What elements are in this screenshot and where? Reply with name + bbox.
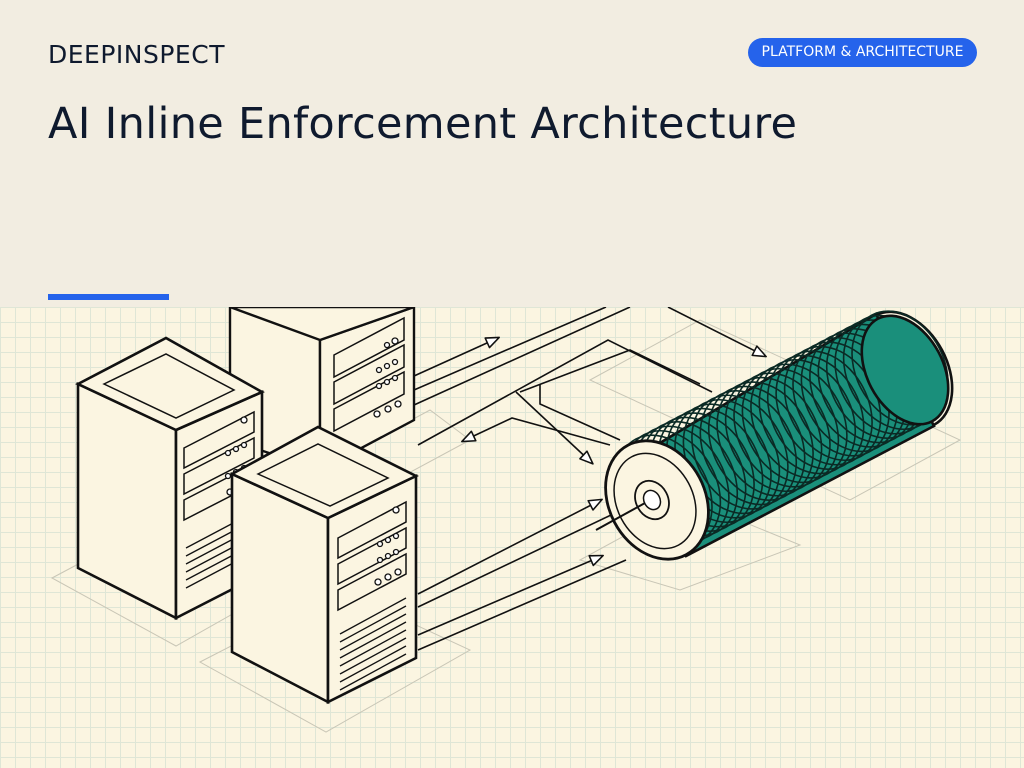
title-accent-bar xyxy=(48,294,169,300)
slide-header: DEEPINSPECT PLATFORM & ARCHITECTURE AI I… xyxy=(0,0,1024,307)
page-title: AI Inline Enforcement Architecture xyxy=(48,99,798,149)
architecture-illustration xyxy=(0,307,1024,768)
architecture-diagram xyxy=(50,307,962,733)
category-badge: PLATFORM & ARCHITECTURE xyxy=(748,38,977,67)
enforcement-cylinder xyxy=(595,310,954,561)
brand-wordmark: DEEPINSPECT xyxy=(48,40,225,69)
server-tower-front xyxy=(229,425,419,705)
